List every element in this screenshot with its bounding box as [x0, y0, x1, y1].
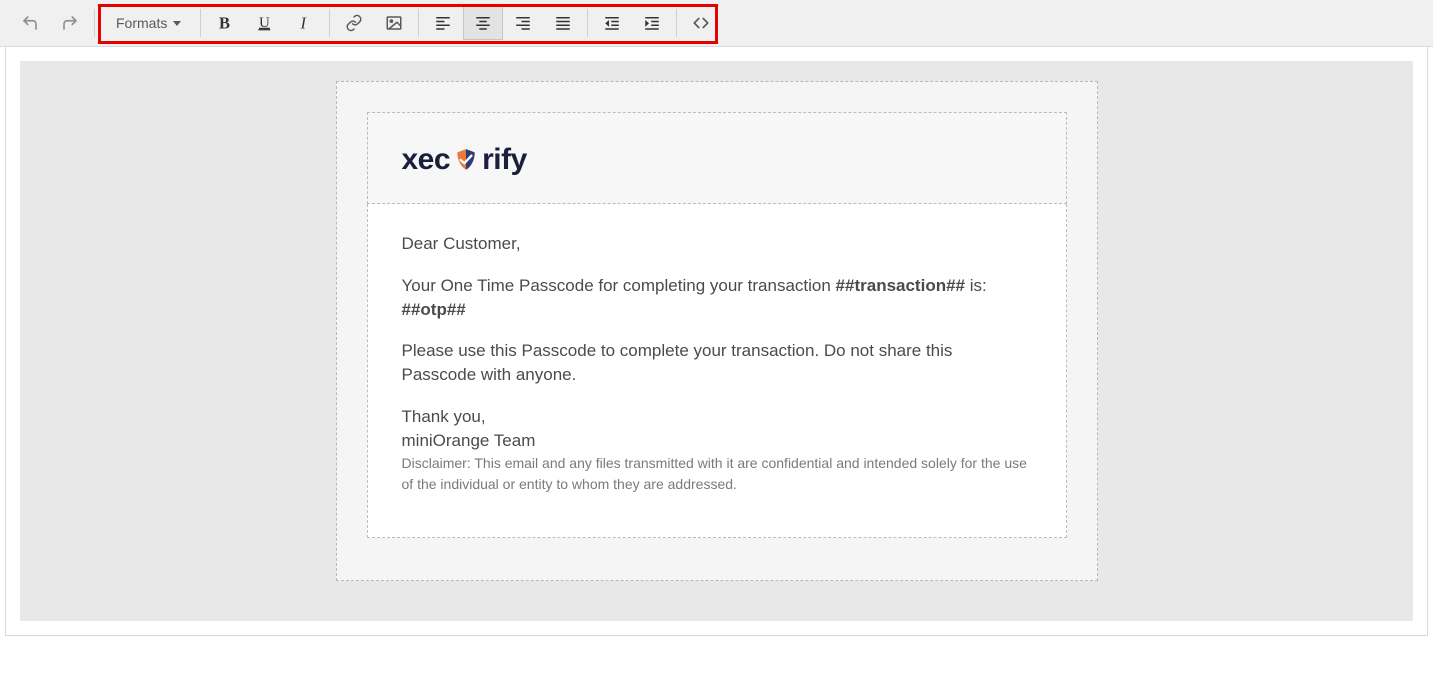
redo-button[interactable]	[50, 6, 90, 40]
source-code-button[interactable]	[681, 6, 721, 40]
undo-icon	[21, 14, 39, 32]
align-right-icon	[514, 14, 532, 32]
email-thank-you: Thank you,	[402, 405, 1032, 429]
email-disclaimer: Disclaimer: This email and any files tra…	[402, 453, 1032, 495]
formats-label: Formats	[116, 15, 167, 31]
email-otp-placeholder: ##otp##	[402, 300, 466, 319]
toolbar-divider	[329, 9, 330, 37]
outdent-button[interactable]	[592, 6, 632, 40]
italic-icon: I	[296, 14, 314, 32]
align-justify-icon	[554, 14, 572, 32]
email-text: Your One Time Passcode for completing yo…	[402, 276, 836, 295]
email-otp-line: Your One Time Passcode for completing yo…	[402, 274, 1032, 322]
toolbar-divider	[676, 9, 677, 37]
toolbar-divider	[587, 9, 588, 37]
redo-icon	[61, 14, 79, 32]
toolbar-divider	[94, 9, 95, 37]
email-body[interactable]: Dear Customer, Your One Time Passcode fo…	[367, 204, 1067, 538]
indent-icon	[643, 14, 661, 32]
email-template-container[interactable]: xec rify Dear Customer, Your One Time Pa…	[336, 81, 1098, 581]
align-left-button[interactable]	[423, 6, 463, 40]
email-header[interactable]: xec rify	[367, 112, 1067, 204]
email-transaction-placeholder: ##transaction##	[836, 276, 965, 295]
align-justify-button[interactable]	[543, 6, 583, 40]
chevron-down-icon	[173, 21, 181, 26]
editor-canvas[interactable]: xec rify Dear Customer, Your One Time Pa…	[20, 61, 1413, 621]
logo-text-part2: rify	[482, 143, 527, 177]
code-icon	[692, 14, 710, 32]
image-icon	[385, 14, 403, 32]
svg-text:U: U	[259, 15, 270, 31]
align-center-button[interactable]	[463, 6, 503, 40]
bold-button[interactable]: B	[205, 6, 245, 40]
formats-dropdown[interactable]: Formats	[99, 6, 196, 40]
align-left-icon	[434, 14, 452, 32]
xecurify-logo: xec rify	[402, 143, 1032, 177]
toolbar-divider	[200, 9, 201, 37]
align-right-button[interactable]	[503, 6, 543, 40]
svg-text:B: B	[219, 14, 230, 32]
email-instruction: Please use this Passcode to complete you…	[402, 339, 1032, 387]
indent-button[interactable]	[632, 6, 672, 40]
shield-icon	[453, 147, 479, 173]
email-text: is:	[965, 276, 987, 295]
editor-toolbar: Formats B U I	[0, 0, 1433, 47]
italic-button[interactable]: I	[285, 6, 325, 40]
undo-button[interactable]	[10, 6, 50, 40]
email-greeting: Dear Customer,	[402, 232, 1032, 256]
underline-button[interactable]: U	[245, 6, 285, 40]
svg-text:I: I	[300, 14, 308, 32]
toolbar-divider	[418, 9, 419, 37]
logo-text-part1: xec	[402, 143, 451, 177]
bold-icon: B	[216, 14, 234, 32]
link-icon	[345, 14, 363, 32]
link-button[interactable]	[334, 6, 374, 40]
image-button[interactable]	[374, 6, 414, 40]
editor-canvas-wrap: xec rify Dear Customer, Your One Time Pa…	[5, 47, 1428, 636]
underline-icon: U	[256, 14, 274, 32]
align-center-icon	[474, 14, 492, 32]
outdent-icon	[603, 14, 621, 32]
email-team-name: miniOrange Team	[402, 429, 1032, 453]
